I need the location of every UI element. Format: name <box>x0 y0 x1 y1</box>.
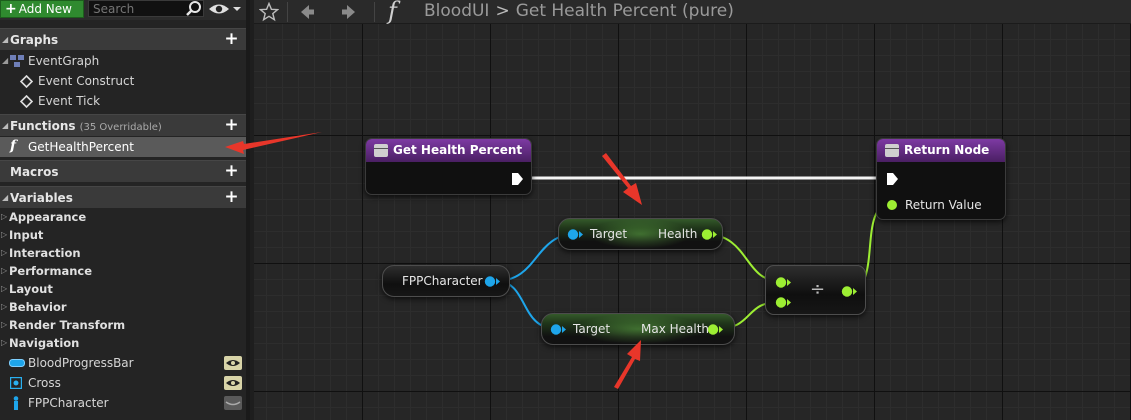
annotation-arrow-maxhealth <box>614 340 641 389</box>
annotation-arrow-health <box>602 153 642 205</box>
annotation-overlay <box>225 132 642 389</box>
annotation-arrow-function <box>225 132 322 154</box>
